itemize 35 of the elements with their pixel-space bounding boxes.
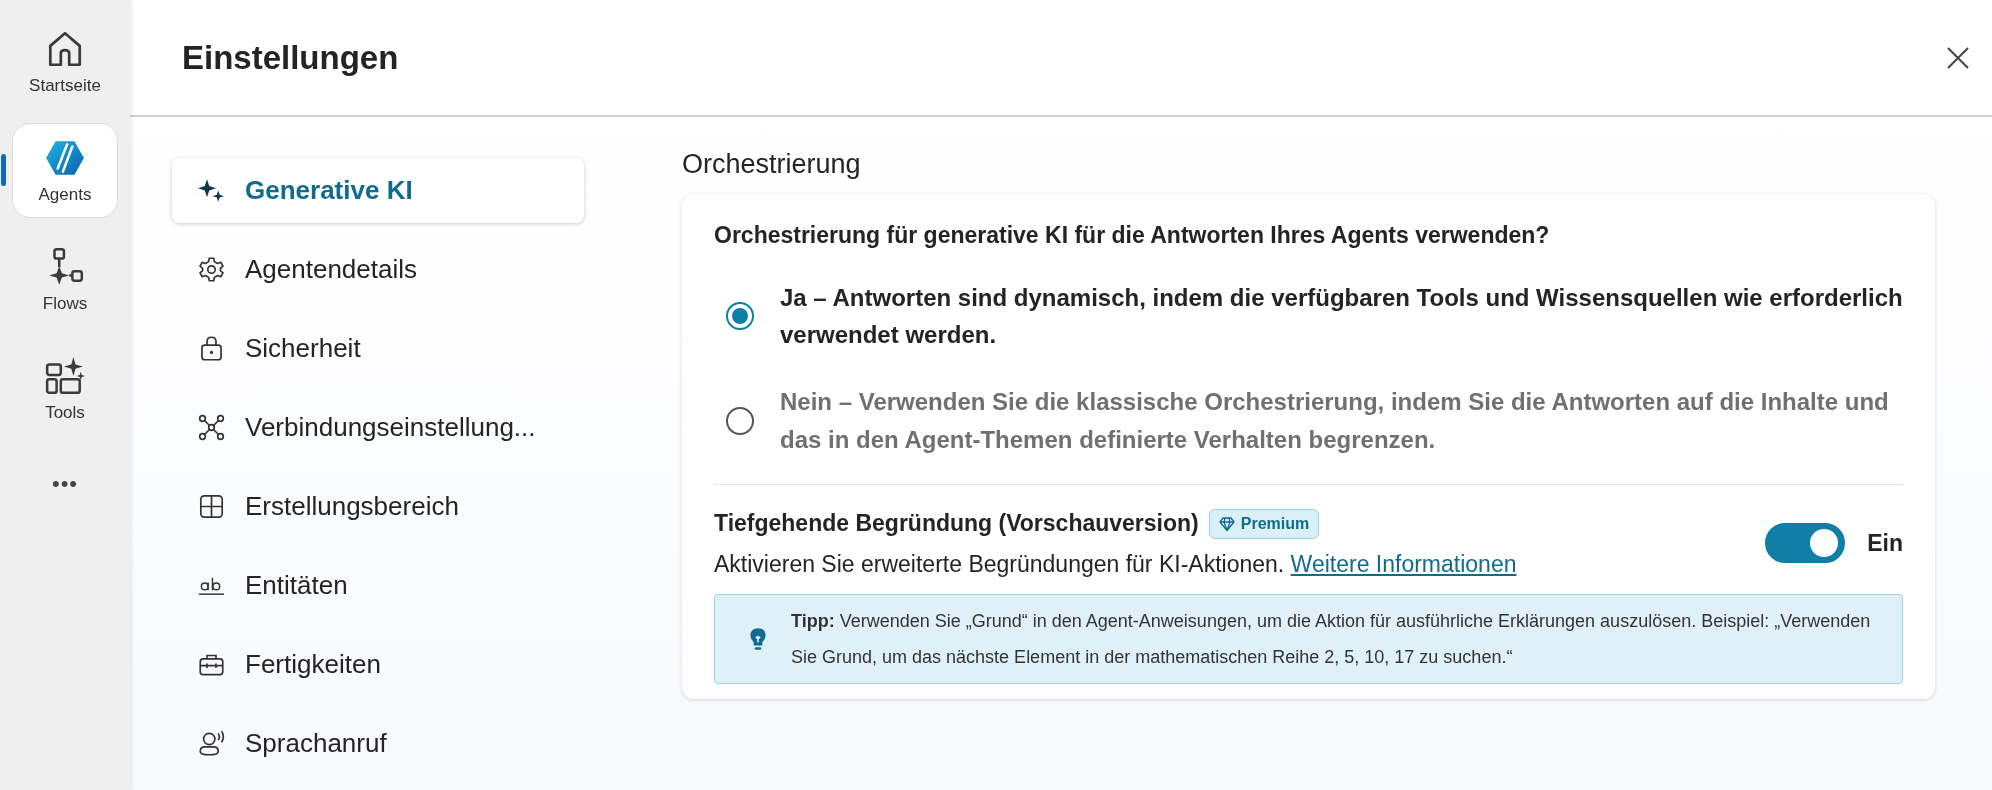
- lock-icon: [198, 335, 225, 362]
- settings-menu-item[interactable]: Verbindungseinstellung...: [172, 395, 584, 460]
- settings-menu-item[interactable]: Sprachanruf: [172, 711, 584, 776]
- close-icon[interactable]: [1946, 45, 1970, 70]
- settings-menu-item[interactable]: Entitäten: [172, 553, 584, 618]
- radio-button[interactable]: [726, 302, 754, 331]
- badge-label: Premium: [1240, 514, 1310, 533]
- setting-description: Aktivieren Sie erweiterte Begründungen für KI-Aktionen. Weitere Informationen: [714, 550, 1517, 578]
- settings-icon: [198, 256, 225, 283]
- settings-menu-item[interactable]: Erstellungsbereich: [172, 474, 584, 539]
- diamond-icon: [1218, 515, 1235, 532]
- toggle-label: Ein: [1867, 529, 1903, 557]
- rail-item[interactable]: Flows: [12, 232, 118, 327]
- grid-icon: [198, 493, 225, 520]
- setting-title: Tiefgehende Begründung (Vorschauversion): [714, 510, 1199, 538]
- toggle-switch[interactable]: [1765, 523, 1846, 564]
- settings-menu-item[interactable]: Generative KI: [172, 158, 584, 223]
- apps-sparkle-icon: [44, 354, 86, 397]
- rail-item[interactable]: Tools: [12, 341, 118, 436]
- selection-indicator: [1, 154, 6, 186]
- network-icon: [198, 414, 225, 441]
- question-text: Orchestrierung für generative KI für die Antworten Ihres Agents verwenden?: [714, 222, 1551, 249]
- settings-menu-item[interactable]: Agentendetails: [172, 237, 584, 302]
- learn-more-link[interactable]: Weitere Informationen: [1290, 550, 1517, 577]
- radio-button[interactable]: [726, 406, 754, 435]
- radio-label: Ja – Antworten sind dynamisch, indem die verfügbaren Tools und Wissensquellen wie erforderlich verwendet werden.: [780, 283, 1903, 351]
- section-title: Orchestrierung: [682, 149, 862, 180]
- dialog-title: Einstellungen: [182, 38, 399, 77]
- more-button[interactable]: •••: [45, 470, 85, 498]
- settings-menu-item[interactable]: Fertigkeiten: [172, 632, 584, 697]
- rail-item[interactable]: Startseite: [12, 14, 118, 109]
- settings-menu-item[interactable]: Sicherheit: [172, 316, 584, 381]
- tip-text: Tipp: Verwenden Sie „Grund“ in den Agent-Anweisungen, um die Aktion für ausführliche Erklärungen auszulösen. Beispiel: „Verwenden Sie Grund, um das nächste Element in der mathematischen Reihe 2, 5, 10, 17 zu suchen.“: [791, 609, 1872, 669]
- radio-label: Nein – Verwenden Sie die klassische Orchestrierung, indem Sie die Antworten auf die Inhalte und das in den Agent-Themen definierte Verhalten begrenzen.: [780, 387, 1890, 455]
- person-voice-icon: [198, 730, 225, 757]
